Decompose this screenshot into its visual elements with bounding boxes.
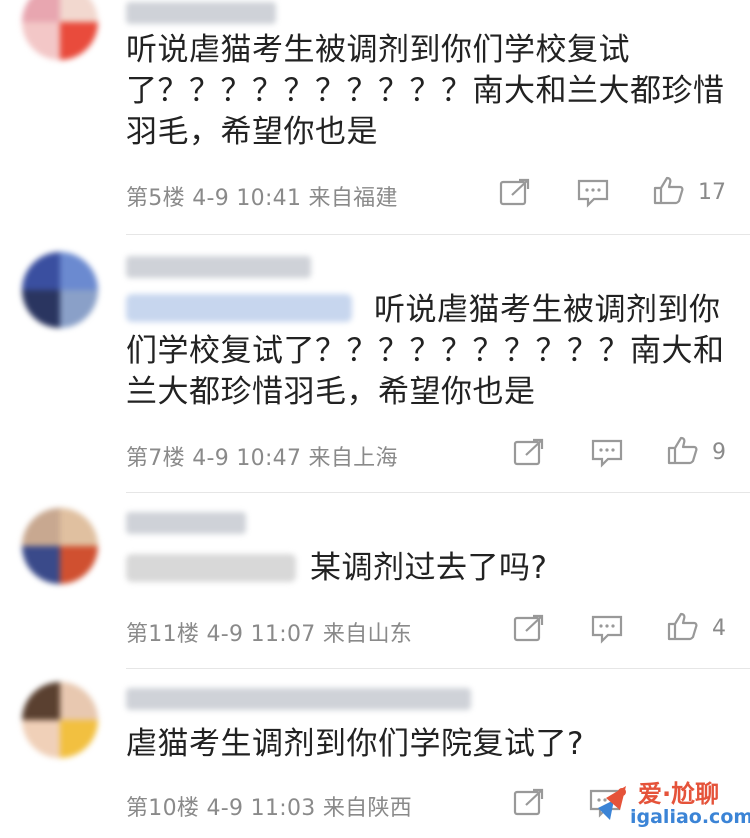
divider bbox=[126, 234, 750, 235]
comment-date: 4-9 bbox=[192, 186, 230, 211]
comment-date: 4-9 bbox=[192, 446, 230, 471]
comment-location: 来自福建 bbox=[308, 186, 398, 211]
comment-item: 听说虐猫考生被调剂到你 们学校复试了？？？？？？？？？？南大和 兰大都珍惜羽毛，… bbox=[0, 240, 750, 490]
comment-text-line: 某调剂过去了吗? bbox=[310, 550, 548, 586]
share-icon[interactable] bbox=[498, 178, 532, 208]
username[interactable] bbox=[126, 512, 246, 534]
watermark-logo-icon bbox=[598, 786, 626, 820]
comment-icon[interactable] bbox=[590, 614, 624, 644]
avatar[interactable] bbox=[22, 0, 98, 60]
comment-meta: 第11楼 4-9 11:07 来自山东 bbox=[126, 616, 412, 648]
comment-icon[interactable] bbox=[590, 438, 624, 468]
comment-text: 某调剂过去了吗? bbox=[126, 548, 726, 589]
comment-location: 来自陕西 bbox=[322, 796, 413, 821]
comment-date: 4-9 bbox=[206, 796, 244, 821]
comment-text-line: 虐猫考生调剂到你们学院复试了? bbox=[126, 726, 584, 762]
comment-time: 10:41 bbox=[236, 186, 302, 211]
avatar[interactable] bbox=[22, 508, 98, 584]
thumbs-up-icon[interactable] bbox=[666, 435, 700, 465]
floor-number: 第10楼 bbox=[126, 796, 200, 821]
comment-text: 听说虐猫考生被调剂到你 们学校复试了？？？？？？？？？？南大和 兰大都珍惜羽毛，… bbox=[126, 290, 736, 413]
share-icon[interactable] bbox=[512, 438, 546, 468]
watermark-title: 爱·尬聊 bbox=[638, 780, 720, 808]
share-icon[interactable] bbox=[512, 614, 546, 644]
comment-meta: 第5楼 4-9 10:41 来自福建 bbox=[126, 180, 398, 212]
like-count: 17 bbox=[698, 180, 726, 205]
comment-time: 10:47 bbox=[236, 446, 302, 471]
floor-number: 第5楼 bbox=[126, 186, 185, 211]
like-count: 9 bbox=[712, 440, 726, 465]
comment-icon[interactable] bbox=[576, 178, 610, 208]
comment-date: 4-9 bbox=[206, 622, 244, 647]
floor-number: 第11楼 bbox=[126, 622, 200, 647]
username[interactable] bbox=[126, 688, 471, 710]
comment-text-line: 了？？？？？？？？？？南大和兰大都珍惜 bbox=[126, 73, 725, 109]
comment-text: 虐猫考生调剂到你们学院复试了? bbox=[126, 724, 726, 765]
thumbs-up-icon[interactable] bbox=[652, 175, 686, 205]
username[interactable] bbox=[126, 256, 311, 278]
divider bbox=[126, 492, 750, 493]
watermark-url: igaliao.com bbox=[630, 806, 750, 828]
comment-text-line: 听说虐猫考生被调剂到你们学校复试 bbox=[126, 32, 630, 68]
comment-meta: 第10楼 4-9 11:03 来自陕西 bbox=[126, 790, 412, 822]
comment-time: 11:07 bbox=[250, 622, 316, 647]
comment-location: 来自上海 bbox=[308, 446, 398, 471]
comment-text-line: 羽毛，希望你也是 bbox=[126, 114, 378, 150]
comment-text: 听说虐猫考生被调剂到你们学校复试 了？？？？？？？？？？南大和兰大都珍惜 羽毛，… bbox=[126, 30, 736, 153]
divider bbox=[126, 668, 750, 669]
comment-meta: 第7楼 4-9 10:47 来自上海 bbox=[126, 440, 398, 472]
avatar[interactable] bbox=[22, 252, 98, 328]
share-icon[interactable] bbox=[512, 788, 546, 818]
floor-number: 第7楼 bbox=[126, 446, 185, 471]
thumbs-up-icon[interactable] bbox=[666, 611, 700, 641]
comment-text-line: 兰大都珍惜羽毛，希望你也是 bbox=[126, 374, 536, 410]
avatar[interactable] bbox=[22, 682, 98, 758]
watermark: 爱·尬聊 igaliao.com bbox=[590, 774, 750, 834]
comment-item: 某调剂过去了吗? 第11楼 4-9 11:07 来自山东 4 bbox=[0, 500, 750, 670]
comment-time: 11:03 bbox=[250, 796, 316, 821]
like-count: 4 bbox=[712, 616, 726, 641]
comment-item: 听说虐猫考生被调剂到你们学校复试 了？？？？？？？？？？南大和兰大都珍惜 羽毛，… bbox=[0, 0, 750, 230]
comment-text-line: 听说虐猫考生被调剂到你 bbox=[374, 292, 721, 328]
comment-text-line: 们学校复试了？？？？？？？？？？南大和 bbox=[126, 333, 725, 369]
comment-location: 来自山东 bbox=[322, 622, 413, 647]
username[interactable] bbox=[126, 2, 276, 24]
